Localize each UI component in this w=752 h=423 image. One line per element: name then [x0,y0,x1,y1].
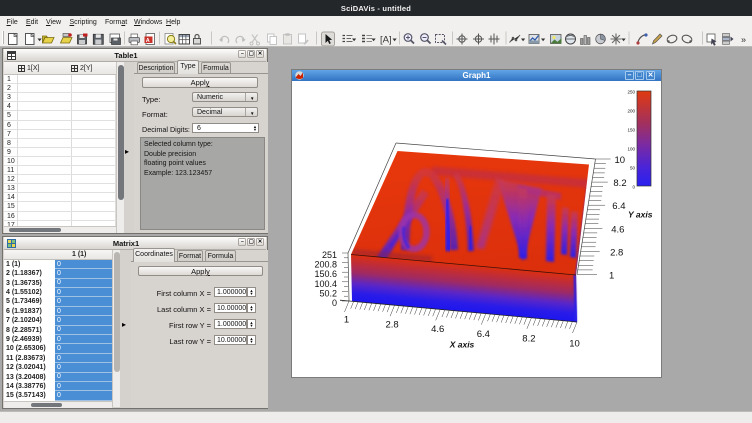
svg-text:Y axis: Y axis [628,210,653,220]
svg-text:100: 100 [627,147,635,152]
svg-text:150.6: 150.6 [314,269,337,279]
svg-text:6.4: 6.4 [477,329,490,340]
svg-text:251: 251 [322,250,337,260]
svg-text:[A]: [A] [380,35,392,46]
svg-text:100.4: 100.4 [314,279,337,289]
svg-text:8.2: 8.2 [522,334,535,345]
svg-text:X axis: X axis [449,339,475,349]
svg-text:0: 0 [332,298,337,308]
svg-text:150: 150 [627,128,635,133]
svg-text:8.2: 8.2 [613,178,626,189]
svg-text:200: 200 [627,109,635,114]
svg-text:4.6: 4.6 [431,324,444,335]
svg-text:10: 10 [569,339,580,350]
svg-text:10: 10 [615,155,626,166]
svg-text:2.8: 2.8 [610,247,623,258]
svg-text:4.6: 4.6 [611,224,624,235]
svg-text:6.4: 6.4 [612,201,625,212]
svg-text:200.8: 200.8 [314,260,337,270]
svg-text:0: 0 [632,185,635,190]
svg-text:A: A [146,38,150,44]
svg-text:50: 50 [630,166,636,171]
svg-text:1: 1 [344,315,349,326]
svg-text:250: 250 [627,90,635,95]
svg-text:»: » [741,35,746,45]
svg-text:2.8: 2.8 [385,319,398,330]
svg-text:50.2: 50.2 [319,288,337,298]
svg-text:1: 1 [609,271,614,282]
